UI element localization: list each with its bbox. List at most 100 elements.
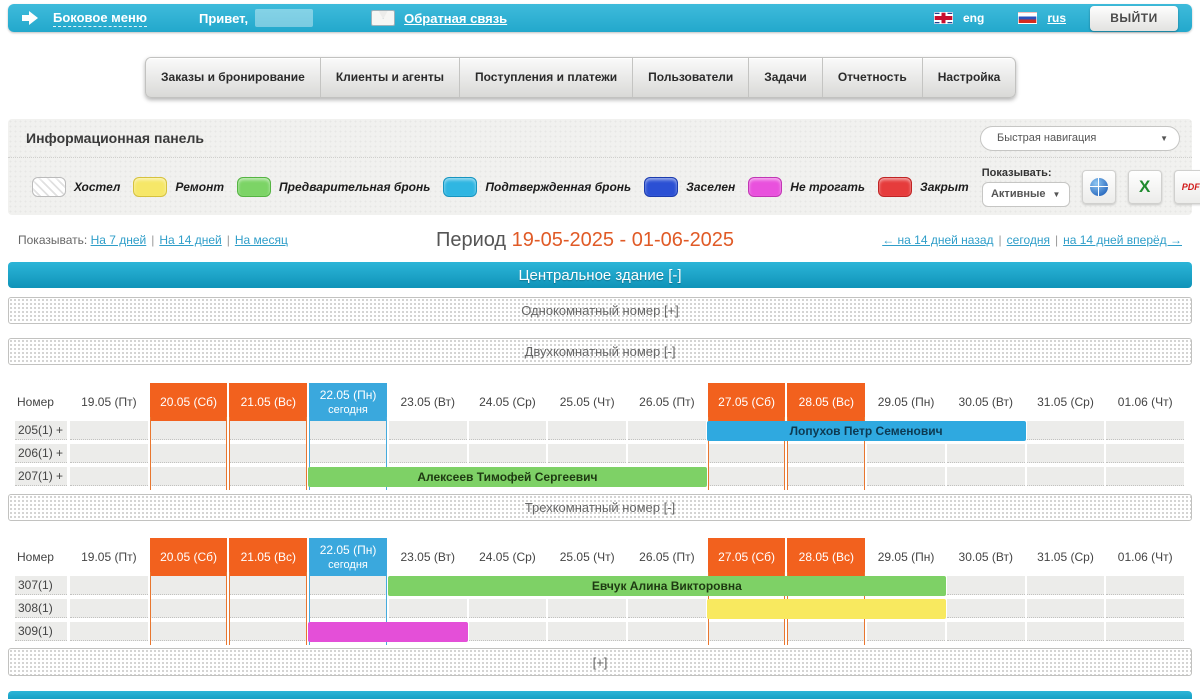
building-header-central[interactable]: Центральное здание [-]: [8, 262, 1192, 288]
day-cell[interactable]: [947, 622, 1025, 641]
day-header-weekend[interactable]: 21.05 (Вс): [229, 538, 307, 576]
day-cell[interactable]: [469, 622, 547, 641]
nav-tab-1[interactable]: Клиенты и агенты: [321, 58, 460, 97]
section-three-room[interactable]: Трехкомнатный номер [-]: [8, 494, 1192, 521]
day-cell[interactable]: [867, 622, 945, 641]
day-cell[interactable]: [70, 576, 148, 595]
day-header-normal[interactable]: 29.05 (Пн): [867, 538, 945, 576]
day-cell[interactable]: [229, 622, 307, 641]
day-cell[interactable]: [708, 444, 786, 463]
day-cell[interactable]: [548, 622, 626, 641]
room-label[interactable]: 206(1) +: [15, 444, 67, 463]
day-header-normal[interactable]: 01.06 (Чт): [1106, 383, 1184, 421]
section-one-room[interactable]: Однокомнатный номер [+]: [8, 297, 1192, 324]
day-header-normal[interactable]: 29.05 (Пн): [867, 383, 945, 421]
day-cell[interactable]: [947, 444, 1025, 463]
day-cell[interactable]: [469, 444, 547, 463]
day-header-normal[interactable]: 19.05 (Пт): [70, 383, 148, 421]
room-label[interactable]: 205(1) +: [15, 421, 67, 440]
day-cell[interactable]: [389, 421, 467, 440]
day-cell[interactable]: [150, 421, 228, 440]
day-cell[interactable]: [229, 576, 307, 595]
day-cell[interactable]: [70, 421, 148, 440]
day-cell[interactable]: [150, 599, 228, 618]
nav-tab-4[interactable]: Задачи: [749, 58, 823, 97]
day-cell[interactable]: [469, 421, 547, 440]
day-header-normal[interactable]: 31.05 (Ср): [1027, 383, 1105, 421]
day-cell[interactable]: [548, 444, 626, 463]
day-cell[interactable]: [70, 467, 148, 486]
day-cell[interactable]: [469, 599, 547, 618]
booking-bar[interactable]: [308, 622, 467, 642]
booking-bar[interactable]: Лопухов Петр Семенович: [707, 421, 1026, 441]
day-cell[interactable]: [70, 599, 148, 618]
day-cell[interactable]: [309, 421, 387, 440]
pdf-export-button[interactable]: PDF: [1174, 170, 1200, 204]
day-cell[interactable]: [150, 622, 228, 641]
day-header-normal[interactable]: 31.05 (Ср): [1027, 538, 1105, 576]
day-cell[interactable]: [309, 599, 387, 618]
nav-tab-6[interactable]: Настройка: [923, 58, 1016, 97]
day-cell[interactable]: [1027, 467, 1105, 486]
day-header-normal[interactable]: 26.05 (Пт): [628, 383, 706, 421]
day-header-normal[interactable]: 23.05 (Вт): [389, 383, 467, 421]
day-cell[interactable]: [708, 467, 786, 486]
day-header-weekend[interactable]: 27.05 (Сб): [708, 383, 786, 421]
forward-14-days-link[interactable]: на 14 дней вперёд →: [1063, 233, 1182, 247]
excel-export-button[interactable]: X: [1128, 170, 1162, 204]
booking-bar[interactable]: Евчук Алина Викторовна: [388, 576, 946, 596]
day-cell[interactable]: [787, 622, 865, 641]
day-cell[interactable]: [1106, 444, 1184, 463]
nav-tab-3[interactable]: Пользователи: [633, 58, 749, 97]
day-cell[interactable]: [229, 467, 307, 486]
day-cell[interactable]: [229, 599, 307, 618]
ru-flag-icon[interactable]: [1018, 12, 1037, 24]
day-cell[interactable]: [1106, 467, 1184, 486]
day-header-weekend[interactable]: 21.05 (Вс): [229, 383, 307, 421]
day-cell[interactable]: [628, 622, 706, 641]
lang-rus[interactable]: rus: [1047, 11, 1066, 25]
side-menu-link[interactable]: Боковое меню: [53, 10, 147, 27]
day-cell[interactable]: [867, 467, 945, 486]
day-header-normal[interactable]: 30.05 (Вт): [947, 383, 1025, 421]
section-two-room[interactable]: Двухкомнатный номер [-]: [8, 338, 1192, 365]
day-cell[interactable]: [1106, 576, 1184, 595]
day-cell[interactable]: [787, 467, 865, 486]
day-cell[interactable]: [1027, 576, 1105, 595]
day-cell[interactable]: [867, 444, 945, 463]
day-cell[interactable]: [389, 599, 467, 618]
day-cell[interactable]: [70, 622, 148, 641]
day-cell[interactable]: [229, 421, 307, 440]
nav-tab-5[interactable]: Отчетность: [823, 58, 923, 97]
day-header-normal[interactable]: 23.05 (Вт): [389, 538, 467, 576]
day-header-weekend[interactable]: 28.05 (Вс): [787, 538, 865, 576]
day-cell[interactable]: [708, 622, 786, 641]
day-cell[interactable]: [1106, 421, 1184, 440]
quick-nav-select[interactable]: Быстрая навигация ▼: [980, 126, 1180, 151]
day-cell[interactable]: [70, 444, 148, 463]
day-cell[interactable]: [1027, 421, 1105, 440]
range-link-0[interactable]: На 7 дней: [91, 233, 147, 247]
range-link-2[interactable]: На месяц: [235, 233, 288, 247]
day-cell[interactable]: [309, 444, 387, 463]
day-cell[interactable]: [628, 444, 706, 463]
range-link-1[interactable]: На 14 дней: [159, 233, 221, 247]
day-cell[interactable]: [628, 599, 706, 618]
day-header-today[interactable]: 22.05 (Пн)сегодня: [309, 383, 387, 421]
next-building-bar-partial[interactable]: [8, 691, 1192, 699]
day-cell[interactable]: [947, 599, 1025, 618]
feedback-link[interactable]: Обратная связь: [404, 11, 507, 26]
day-header-normal[interactable]: 26.05 (Пт): [628, 538, 706, 576]
day-cell[interactable]: [389, 444, 467, 463]
lang-eng[interactable]: eng: [963, 11, 984, 25]
back-14-days-link[interactable]: ← на 14 дней назад: [882, 233, 993, 247]
booking-bar[interactable]: Алексеев Тимофей Сергеевич: [308, 467, 707, 487]
room-label[interactable]: 308(1): [15, 599, 67, 618]
day-cell[interactable]: [1106, 599, 1184, 618]
booking-bar[interactable]: [707, 599, 946, 619]
day-cell[interactable]: [229, 444, 307, 463]
day-header-normal[interactable]: 25.05 (Чт): [548, 538, 626, 576]
day-header-weekend[interactable]: 20.05 (Сб): [150, 383, 228, 421]
status-filter-select[interactable]: Активные ▼: [982, 182, 1070, 207]
day-cell[interactable]: [150, 444, 228, 463]
